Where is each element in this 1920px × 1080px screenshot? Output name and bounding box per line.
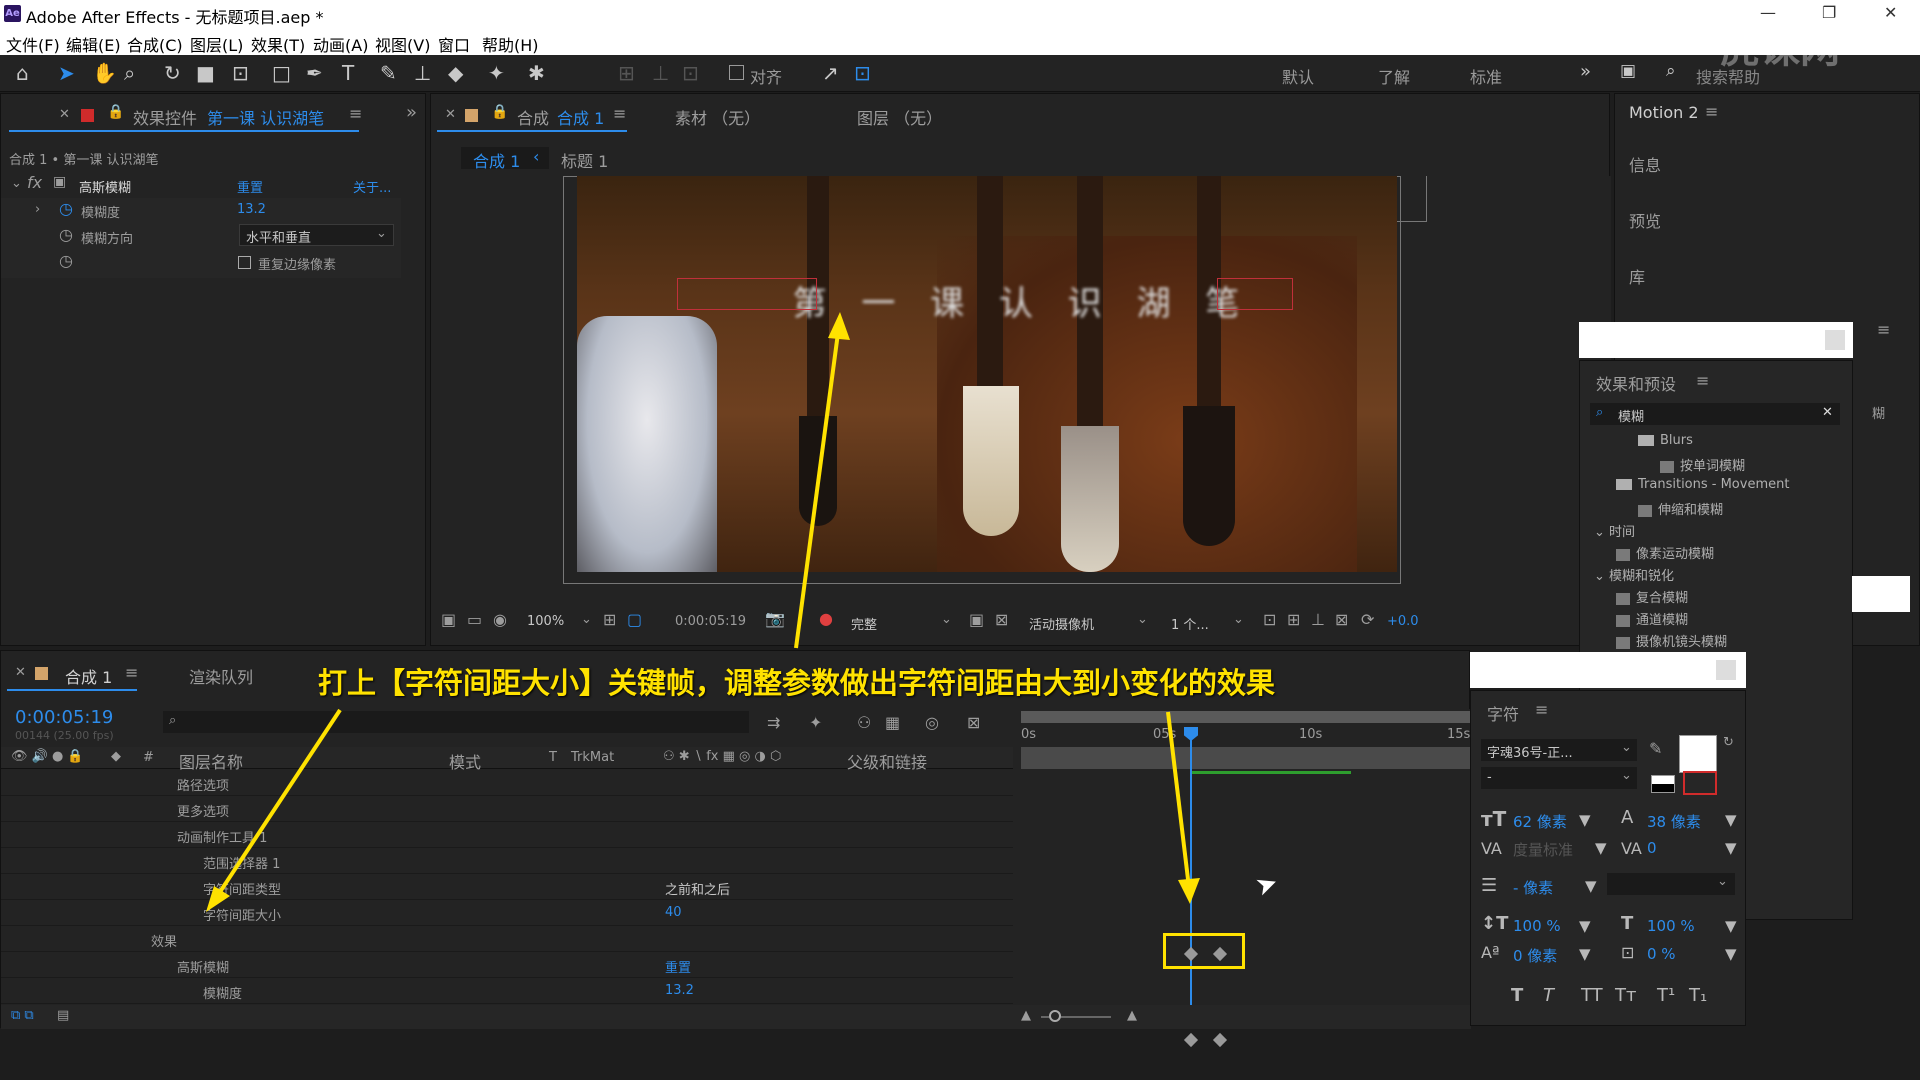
annotation-arrows (206, 312, 1200, 912)
arrow-head-text (828, 312, 850, 340)
arrow-head-property (206, 886, 230, 912)
arrow-to-text (794, 317, 842, 649)
arrow-to-property (210, 708, 342, 906)
watermark: 虎课网 (1720, 26, 1840, 72)
arrow-to-keyframes (1166, 711, 1192, 897)
arrow-head-keyframes (1178, 878, 1200, 904)
